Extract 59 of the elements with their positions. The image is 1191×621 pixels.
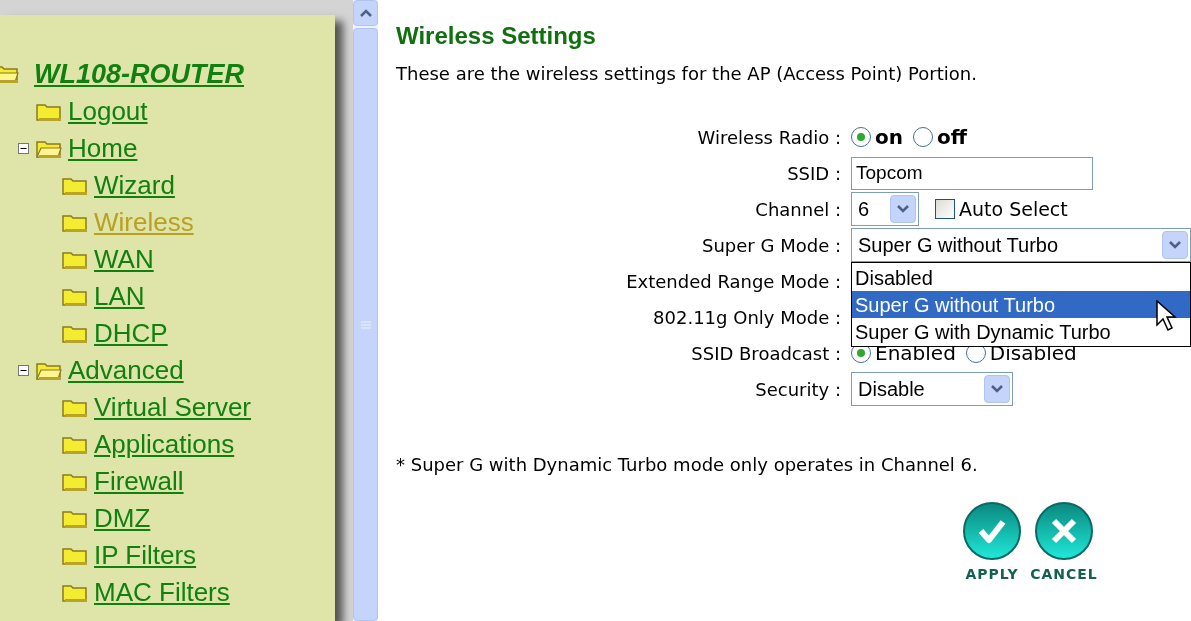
- dropdown-option[interactable]: Super G without Turbo: [852, 291, 1190, 318]
- field-label: Security :: [754, 377, 842, 402]
- tree-link[interactable]: Advanced: [68, 351, 184, 390]
- field-label: Wireless Radio :: [696, 125, 842, 150]
- tree-link[interactable]: Applications: [94, 425, 235, 464]
- tree-link[interactable]: DMZ: [94, 499, 151, 538]
- checkbox[interactable]: [935, 199, 955, 219]
- scroll-up-button[interactable]: [353, 0, 378, 26]
- page-title: Wireless Settings: [396, 21, 597, 51]
- folder-icon: [61, 471, 89, 492]
- open-folder-icon: [35, 360, 63, 381]
- open-folder-icon: [0, 64, 20, 84]
- dropdown-option[interactable]: Super G with Dynamic Turbo: [852, 318, 1190, 345]
- select-field[interactable]: Super G without Turbo: [851, 228, 1191, 262]
- folder-icon: [61, 397, 89, 418]
- folder-icon: [61, 323, 89, 344]
- collapse-icon[interactable]: [18, 365, 29, 376]
- footnote: * Super G with Dynamic Turbo mode only operates in Channel 6.: [396, 453, 979, 477]
- close-icon: [1049, 516, 1079, 546]
- folder-icon: [61, 582, 89, 603]
- checkbox-label: Auto Select: [959, 196, 1068, 222]
- collapse-icon[interactable]: [18, 143, 29, 154]
- router-title-link[interactable]: WL108-ROUTER: [34, 53, 244, 95]
- tree-link[interactable]: IP Filters: [94, 536, 197, 575]
- open-folder-icon: [35, 138, 63, 159]
- tree-link[interactable]: Wireless: [94, 203, 194, 242]
- folder-icon: [61, 545, 89, 566]
- field-label: Super G Mode :: [701, 233, 842, 258]
- tree-link[interactable]: MAC Filters: [94, 573, 230, 612]
- tree-link[interactable]: Firewall: [94, 462, 184, 501]
- tree-link[interactable]: Wizard: [94, 166, 175, 205]
- field-label: SSID :: [786, 161, 842, 186]
- tree-link[interactable]: DHCP: [94, 314, 168, 353]
- radio-button[interactable]: [851, 127, 871, 147]
- field-label: 802.11g Only Mode :: [652, 305, 842, 330]
- folder-icon: [61, 212, 89, 233]
- folder-icon: [61, 286, 89, 307]
- page-description: These are the wireless settings for the AP (Access Point) Portion.: [396, 62, 978, 86]
- field-label: Channel :: [754, 197, 842, 222]
- tree-link[interactable]: Home: [68, 129, 138, 168]
- tree-link[interactable]: Logout: [68, 92, 148, 131]
- tree-link[interactable]: Virtual Server: [94, 388, 252, 427]
- folder-icon: [61, 434, 89, 455]
- field-label: Extended Range Mode :: [625, 269, 842, 294]
- radio-label: on: [875, 124, 903, 151]
- mouse-pointer-icon: [1156, 300, 1178, 332]
- radio-label: off: [937, 124, 967, 151]
- tree-link[interactable]: WAN: [94, 240, 154, 279]
- dropdown-option[interactable]: Disabled: [852, 264, 1190, 291]
- folder-icon: [61, 508, 89, 529]
- radio-button[interactable]: [913, 127, 933, 147]
- folder-icon: [61, 175, 89, 196]
- ssid-field[interactable]: Topcom: [851, 156, 1093, 190]
- tree-link[interactable]: LAN: [94, 277, 145, 316]
- folder-icon: [35, 101, 63, 122]
- folder-icon: [61, 249, 89, 270]
- field-label: SSID Broadcast :: [690, 341, 842, 366]
- select-field[interactable]: Disable: [851, 372, 1013, 406]
- select-field[interactable]: 6: [851, 192, 919, 226]
